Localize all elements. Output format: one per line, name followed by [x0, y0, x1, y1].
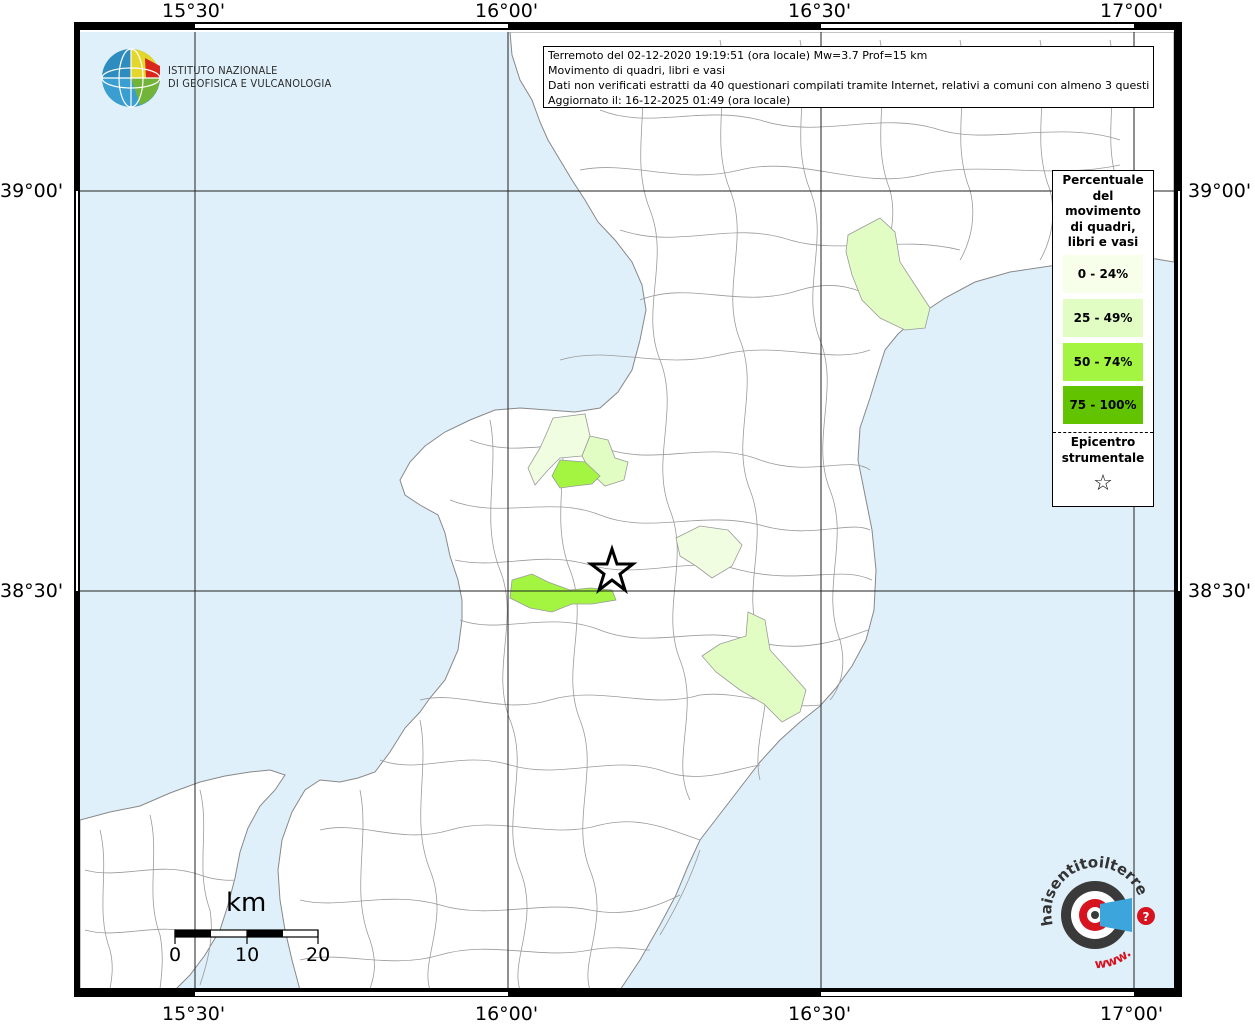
legend-title-line: libri e vasi — [1067, 235, 1139, 249]
tick-lat-3900-right: 39°00' — [1188, 180, 1252, 202]
logo-line-2: DI GEOFISICA E VULCANOLOGIA — [168, 77, 332, 90]
legend-title-line: Percentuale — [1062, 173, 1144, 187]
tick-lon-1630-top: 16°30' — [788, 0, 852, 22]
ingv-logo-icon — [101, 48, 161, 108]
tick-lon-1530-top: 15°30' — [162, 0, 226, 22]
tick-lon-1700-bottom: 17°00' — [1100, 1003, 1164, 1025]
tick-lon-1600-top: 16°00' — [475, 0, 539, 22]
legend-title-line: movimento — [1065, 204, 1141, 218]
scale-label-20: 20 — [306, 944, 331, 966]
legend-epicenter-label: Epicentro strumentale — [1053, 435, 1153, 466]
legend-swatch-25-49: 25 - 49% — [1063, 299, 1143, 337]
info-parameter: Movimento di quadri, libri e vasi — [548, 64, 726, 77]
svg-text:?: ? — [1143, 910, 1150, 924]
tick-lon-1700-top: 17°00' — [1100, 0, 1164, 22]
tick-lat-3900-left: 39°00' — [0, 180, 64, 202]
legend-star-icon: ☆ — [1093, 471, 1113, 496]
legend-epicenter-line: strumentale — [1061, 450, 1145, 465]
info-updated: Aggiornato il: 16-12-2025 01:49 (ora loc… — [548, 94, 791, 107]
tick-lat-3830-left: 38°30' — [0, 580, 64, 602]
scale-label-10: 10 — [235, 944, 260, 966]
legend-title-line: del — [1092, 188, 1114, 203]
legend: Percentuale del movimento di quadri, lib… — [1052, 170, 1154, 507]
tick-lon-1630-bottom: 16°30' — [788, 1003, 852, 1025]
scale-label-0: 0 — [169, 944, 182, 966]
earthquake-info-box: Terremoto del 02-12-2020 19:19:51 (ora l… — [543, 46, 1154, 108]
legend-separator — [1053, 432, 1153, 433]
map-canvas[interactable]: ? haisentitoilterremoto.it www. — [0, 0, 1255, 1024]
legend-epicenter-line: Epicentro — [1070, 435, 1136, 449]
legend-swatch-75-100: 75 - 100% — [1063, 386, 1143, 424]
ingv-logo-text: ISTITUTO NAZIONALE DI GEOFISICA E VULCAN… — [168, 64, 331, 90]
logo-line-1: ISTITUTO NAZIONALE — [168, 64, 278, 77]
legend-title: Percentuale del movimento di quadri, lib… — [1053, 173, 1153, 251]
legend-title-line: di quadri, — [1070, 219, 1136, 234]
info-event: Terremoto del 02-12-2020 19:19:51 (ora l… — [548, 49, 928, 62]
tick-lat-3830-right: 38°30' — [1188, 580, 1252, 602]
legend-swatch-50-74: 50 - 74% — [1063, 343, 1143, 381]
legend-swatch-0-24: 0 - 24% — [1063, 255, 1143, 293]
scale-unit: km — [226, 888, 267, 918]
info-data-note: Dati non verificati estratti da 40 quest… — [548, 79, 1149, 92]
tick-lon-1530-bottom: 15°30' — [162, 1003, 226, 1025]
tick-lon-1600-bottom: 16°00' — [475, 1003, 539, 1025]
